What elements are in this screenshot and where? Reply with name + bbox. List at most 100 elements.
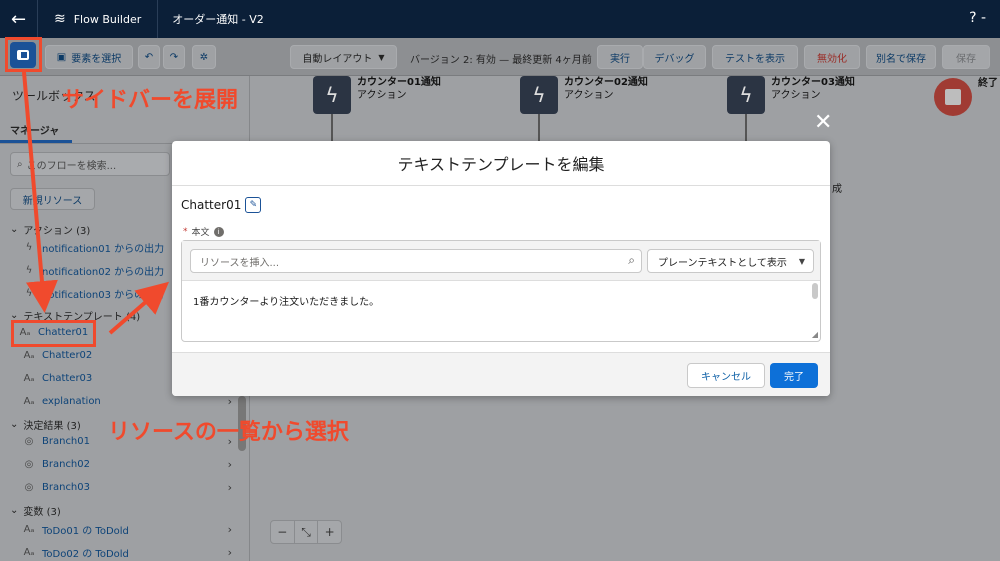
annotation-select-resource: リソースの一覧から選択 [108,420,349,445]
chevron-right-icon: › [227,395,232,408]
canvas-node-counter01[interactable]: ϟ カウンター01通知 アクション [313,76,441,114]
end-node[interactable] [934,78,972,116]
done-button[interactable]: 完了 [770,363,818,388]
deactivate-button[interactable]: 無効化 [804,45,860,69]
list-item[interactable]: ◎ Branch02 › [22,458,232,471]
cancel-button[interactable]: キャンセル [687,363,765,388]
gear-icon: ✲ [199,51,209,63]
lightning-icon: ϟ [25,288,33,299]
app-brand: ≋ Flow Builder [38,0,159,38]
body-field-label: * 本文 i [183,225,224,238]
list-item[interactable]: Aₐ explanation › [22,395,232,408]
info-icon[interactable]: i [213,226,224,237]
text-template-icon: Aₐ [23,524,35,535]
end-label: 終了 [978,78,998,89]
new-resource-button[interactable]: 新規リソース [10,188,95,210]
editor-toolbar: リソースを挿入... ⌕ プレーンテキストとして表示 ▼ [182,241,820,281]
search-icon: ⌕ [628,253,635,267]
text-template-icon: Aₐ [23,373,35,384]
editor-scrollbar[interactable] [812,283,818,299]
edit-pencil-icon[interactable]: ✎ [245,197,262,213]
list-item[interactable]: Aₐ ToDo02 の ToDold › [22,545,232,560]
list-item[interactable]: ◎ Branch03 › [22,481,232,494]
back-button[interactable]: ← [0,0,38,38]
group-actions[interactable]: ⌄ アクション (3) [10,222,90,237]
sidebar-panel-icon [17,50,29,60]
top-bar: ← ≋ Flow Builder オーダー通知 - V2 ? - [0,0,1000,38]
lightning-icon: ϟ [520,76,558,114]
branch-icon: ◎ [24,436,34,447]
version-status: バージョン 2: 有効 — 最終更新 4ヶ月前 [410,55,592,66]
lightning-icon: ϟ [25,242,33,253]
chevron-down-icon: ▼ [378,52,385,62]
tab-manager[interactable]: マネージャ [10,122,59,137]
chevron-right-icon: › [227,546,232,559]
highlight-chatter01 [11,320,96,347]
resize-grip-icon[interactable]: ◢ [812,330,818,339]
fit-view-button[interactable]: ⤡ [295,521,319,543]
sidebar-search-input[interactable]: ⌕ このフローを検索... [10,152,170,176]
fit-view-icon: ⤡ [301,524,311,539]
auto-layout-select[interactable]: 自動レイアウト ▼ [290,45,397,69]
chevron-down-icon: ▼ [798,257,805,266]
zoom-in-button[interactable]: + [318,521,341,543]
modal-footer: キャンセル 完了 [172,352,830,396]
branch-icon: ◎ [24,459,34,470]
undo-button[interactable]: ↶ [138,45,160,69]
chevron-right-icon: › [227,523,232,536]
connector-line [745,114,747,141]
chevron-down-icon: ⌄ [10,419,19,430]
undo-icon: ↶ [144,51,154,63]
add-element-button[interactable]: ▣ 要素を選択 [45,45,133,69]
toolbar: ▣ 要素を選択 ↶ ↷ ✲ 自動レイアウト ▼ バージョン 2: 有効 — 最終更新… [0,38,1000,76]
chevron-right-icon: › [227,481,232,494]
connector-line [538,114,540,141]
connector-line [331,114,333,141]
group-variables[interactable]: ⌄ 変数 (3) [10,503,61,518]
lightning-icon: ϟ [727,76,765,114]
settings-button[interactable]: ✲ [192,45,216,69]
text-template-icon: Aₐ [23,396,35,407]
list-item[interactable]: Aₐ ToDo01 の ToDold › [22,522,232,537]
flow-name: オーダー通知 - V2 [172,13,264,26]
app-name: Flow Builder [73,12,142,26]
zoom-controls: − ⤡ + [270,520,342,544]
modal-title: テキストテンプレートを編集 [172,141,830,186]
redo-button[interactable]: ↷ [163,45,185,69]
close-icon: ✕ [814,110,833,135]
lightning-icon: ϟ [25,265,33,276]
flow-logo-icon: ≋ [54,11,66,27]
canvas-node-counter02[interactable]: ϟ カウンター02通知 アクション [520,76,648,114]
group-decision-outcomes[interactable]: ⌄ 決定結果 (3) [10,417,81,432]
stop-icon [945,89,961,105]
modal-close-button[interactable]: ✕ [814,110,832,135]
view-mode-select[interactable]: プレーンテキストとして表示 ▼ [647,249,814,273]
save-button[interactable]: 保存 [942,45,990,69]
canvas-node-counter03[interactable]: ϟ カウンター03通知 アクション [727,76,855,114]
template-name: Chatter01 ✎ [181,197,262,213]
required-marker: * [183,226,188,237]
chevron-down-icon: ⌄ [10,505,19,516]
tab-active-indicator [0,140,72,143]
edit-text-template-modal: テキストテンプレートを編集 Chatter01 ✎ * 本文 i リソースを挿入...… [172,141,830,396]
text-template-icon: Aₐ [23,547,35,558]
search-icon: ⌕ [17,158,23,170]
rich-text-editor: リソースを挿入... ⌕ プレーンテキストとして表示 ▼ 1番カウンターより注文いた… [181,240,821,342]
resource-search-input[interactable]: リソースを挿入... ⌕ [190,249,642,273]
sidebar-toggle-button[interactable] [10,42,36,68]
lightning-icon: ϟ [313,76,351,114]
redo-icon: ↷ [169,51,179,63]
zoom-out-button[interactable]: − [271,521,295,543]
help-button[interactable]: ? - [969,10,986,26]
branch-icon: ◎ [24,482,34,493]
run-button[interactable]: 実行 [597,45,643,69]
text-template-icon: Aₐ [23,350,35,361]
partial-label: 成 [832,184,842,195]
save-as-button[interactable]: 別名で保存 [866,45,936,69]
add-element-icon: ▣ [56,51,67,63]
template-body-text[interactable]: 1番カウンターより注文いただきました。 [193,293,379,308]
chevron-down-icon: ⌄ [10,224,19,235]
debug-button[interactable]: デバッグ [643,45,706,69]
view-tests-button[interactable]: テストを表示 [712,45,798,69]
chevron-right-icon: › [227,458,232,471]
